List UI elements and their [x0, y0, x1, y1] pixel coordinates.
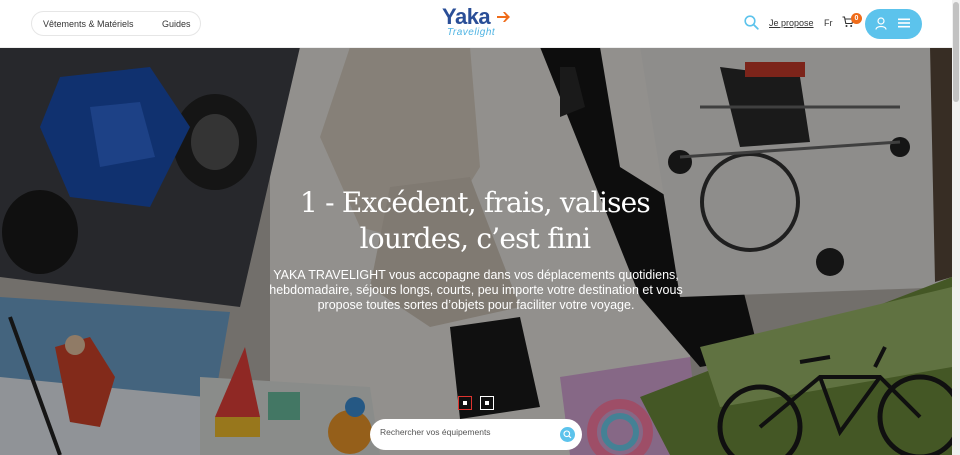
hero-title: 1 - Excédent, frais, valises lourdes, c’…	[230, 185, 720, 257]
account-menu-button[interactable]	[865, 9, 922, 39]
language-selector[interactable]: Fr	[824, 18, 833, 28]
main-nav: Vêtements & Matériels Guides	[31, 11, 201, 36]
hero-title-line-2: lourdes, c’est fini	[359, 222, 591, 255]
menu-icon[interactable]	[898, 18, 910, 28]
search-icon	[563, 430, 572, 439]
carousel-dot-1-active[interactable]	[458, 396, 472, 410]
hero-desc-line-1: YAKA TRAVELIGHT vous accopagne dans vos …	[273, 268, 679, 282]
hero-desc-line-3: propose toutes sortes d’objets pour faci…	[317, 298, 635, 312]
hero-title-line-1: 1 - Excédent, frais, valises	[299, 186, 651, 219]
scrollbar-thumb[interactable]	[953, 2, 959, 102]
logo[interactable]: Yaka Travelight	[441, 4, 515, 40]
cart-count-badge: 0	[851, 13, 862, 24]
plane-icon	[497, 12, 510, 22]
hero-carousel: 1 - Excédent, frais, valises lourdes, c’…	[0, 47, 952, 455]
search-input[interactable]	[380, 427, 550, 437]
nav-link-vetements[interactable]: Vêtements & Matériels	[43, 19, 134, 29]
search-icon[interactable]	[744, 15, 759, 30]
hero-desc-line-2: hebdomadaire, séjours longs, courts, peu…	[269, 283, 683, 297]
search-submit-button[interactable]	[560, 427, 575, 442]
carousel-dot-2[interactable]	[480, 396, 494, 410]
logo-subtitle: Travelight	[447, 27, 496, 38]
nav-link-guides[interactable]: Guides	[162, 19, 191, 29]
hero-description: YAKA TRAVELIGHT vous accopagne dans vos …	[228, 268, 724, 313]
user-icon[interactable]	[875, 17, 887, 30]
equipment-search-bar	[370, 419, 582, 450]
site-header: Vêtements & Matériels Guides Yaka Travel…	[0, 0, 960, 48]
page-scrollbar[interactable]	[952, 0, 960, 455]
propose-link[interactable]: Je propose	[769, 18, 814, 28]
